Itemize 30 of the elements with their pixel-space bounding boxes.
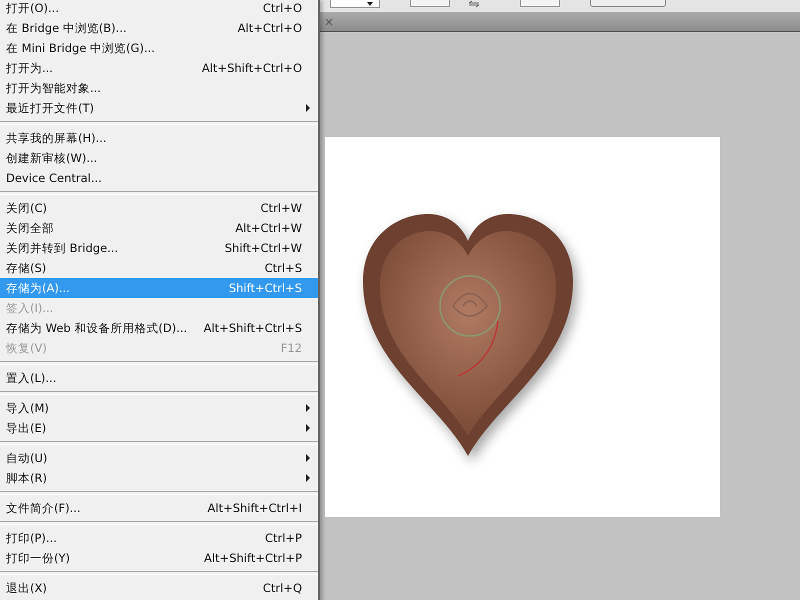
menu-item[interactable]: 共享我的屏幕(H)... xyxy=(0,128,318,148)
toolbar-button[interactable] xyxy=(590,0,666,7)
menu-item[interactable]: 存储(S) Ctrl+S xyxy=(0,258,318,278)
menu-item[interactable]: 脚本(R) xyxy=(0,468,318,488)
menu-item[interactable]: 打印(P)... Ctrl+P xyxy=(0,528,318,548)
menu-item[interactable]: 打开(O)... Ctrl+O xyxy=(0,0,318,18)
menu-item[interactable]: 关闭全部 Alt+Ctrl+W xyxy=(0,218,318,238)
close-icon[interactable] xyxy=(324,17,334,27)
menu-item[interactable]: 打开为智能对象... xyxy=(0,78,318,98)
menu-item[interactable]: 导出(E) xyxy=(0,418,318,438)
menu-item[interactable]: Device Central... xyxy=(0,168,318,188)
menu-item[interactable]: 导入(M) xyxy=(0,398,318,418)
menu-item[interactable]: 创建新审核(W)... xyxy=(0,148,318,168)
menu-item[interactable]: 打开为... Alt+Shift+Ctrl+O xyxy=(0,58,318,78)
caret-icon xyxy=(367,2,373,6)
menu-item[interactable]: 自动(U) xyxy=(0,448,318,468)
height-field[interactable] xyxy=(520,0,560,7)
width-field[interactable] xyxy=(410,0,450,7)
menu-item[interactable]: 关闭并转到 Bridge... Shift+Ctrl+W xyxy=(0,238,318,258)
swap-arrows-icon xyxy=(468,0,480,8)
menu-item[interactable]: 存储为 Web 和设备所用格式(D)... Alt+Shift+Ctrl+S xyxy=(0,318,318,338)
menu-item[interactable]: 退出(X) Ctrl+Q xyxy=(0,578,318,598)
menu-item[interactable]: 文件简介(F)... Alt+Shift+Ctrl+I xyxy=(0,498,318,518)
menu-item[interactable]: 在 Mini Bridge 中浏览(G)... xyxy=(0,38,318,58)
dropdown[interactable] xyxy=(330,0,380,8)
menu-item[interactable]: 在 Bridge 中浏览(B)... Alt+Ctrl+O xyxy=(0,18,318,38)
menu-item[interactable]: 置入(L)... xyxy=(0,368,318,388)
menu-item[interactable]: 打印一份(Y) Alt+Shift+Ctrl+P xyxy=(0,548,318,568)
menu-item[interactable]: 关闭(C) Ctrl+W xyxy=(0,198,318,218)
menu-item[interactable]: 最近打开文件(T) xyxy=(0,98,318,118)
